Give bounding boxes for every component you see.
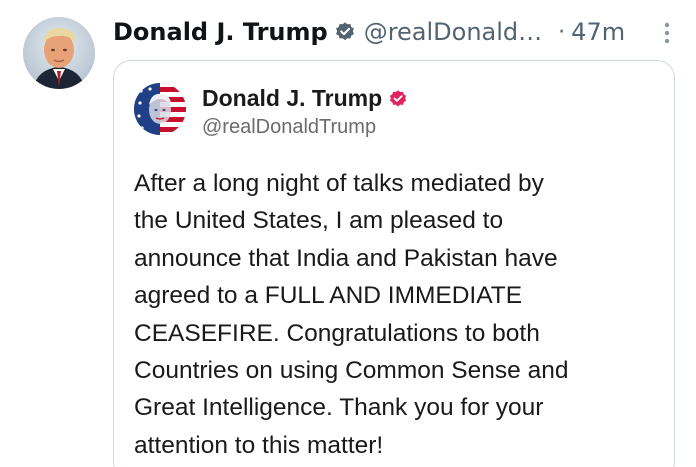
quoted-text-line: attention to this matter! bbox=[134, 431, 384, 459]
quoted-text-line: Countries on using Common Sense and bbox=[134, 357, 569, 385]
post-time[interactable]: 47m bbox=[571, 18, 625, 46]
quoted-post-card[interactable]: Donald J. Trump @realDonaldTrump After a… bbox=[113, 60, 675, 467]
quoted-author-name[interactable]: Donald J. Trump bbox=[202, 85, 382, 112]
quoted-author-handle[interactable]: @realDonaldTrump bbox=[202, 116, 376, 139]
post-header: Donald J. Trump @realDonald… · 47m bbox=[113, 14, 679, 50]
verified-badge-icon bbox=[388, 89, 408, 109]
quoted-text-line: Great Intelligence. Thank you for your bbox=[134, 394, 544, 422]
separator-dot: · bbox=[558, 19, 566, 45]
author-handle[interactable]: @realDonald… bbox=[364, 18, 542, 46]
quoted-author-avatar[interactable] bbox=[134, 83, 186, 135]
author-name[interactable]: Donald J. Trump bbox=[113, 18, 328, 46]
quoted-text-line: After a long night of talks mediated by bbox=[134, 170, 544, 197]
quoted-post-text: After a long night of talks mediated by … bbox=[134, 165, 654, 464]
more-vertical-icon[interactable] bbox=[655, 21, 679, 45]
flag-portrait-avatar bbox=[134, 83, 186, 135]
verified-badge-icon bbox=[334, 21, 356, 43]
post: Donald J. Trump @realDonald… · 47m Donal… bbox=[0, 0, 696, 467]
quoted-author-name-row: Donald J. Trump bbox=[202, 85, 408, 112]
quoted-text-line: the United States, I am pleased to bbox=[134, 207, 504, 235]
quoted-text-line: CEASEFIRE. Congratulations to both bbox=[134, 319, 540, 347]
quoted-text-line: agreed to a FULL AND IMMEDIATE bbox=[134, 282, 523, 310]
quoted-text-line: announce that India and Pakistan have bbox=[134, 244, 558, 272]
author-avatar[interactable] bbox=[23, 17, 95, 89]
avatar-photo bbox=[23, 17, 95, 89]
